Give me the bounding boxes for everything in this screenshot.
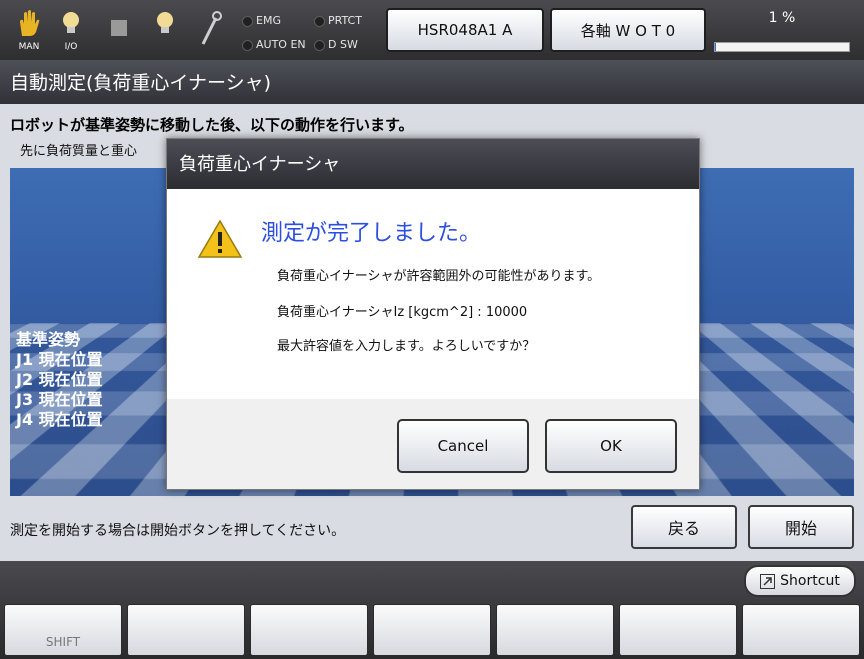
shortcut-button[interactable]: Shortcut [744, 565, 856, 597]
robot-select-button[interactable]: HSR048A1 A [386, 8, 544, 52]
warning-icon [197, 219, 243, 263]
lamp-indicator [314, 39, 325, 51]
joint-j1-label: J1 現在位置 [16, 350, 103, 369]
start-button[interactable]: 開始 [748, 505, 854, 549]
instruction-subtext: 先に負荷質量と重心 [20, 144, 138, 159]
shortcut-arrow-icon [760, 573, 776, 589]
function-key-f6[interactable] [742, 604, 860, 656]
lamp-indicator [242, 39, 253, 51]
emg-lamp: EMG [242, 14, 281, 27]
coordinate-mode-button[interactable]: 各軸 W O T 0 [550, 8, 706, 52]
cancel-button[interactable]: Cancel [397, 419, 529, 473]
manual-mode-hand-icon[interactable]: MAN [14, 8, 44, 52]
dialog-message-line: 最大許容値を入力します。よろしいですか？ [277, 339, 536, 354]
page-title: 自動測定(負荷重心イナーシャ) [10, 72, 272, 94]
lamp-indicator [242, 15, 253, 27]
io-label: I/O [64, 42, 78, 52]
prtct-lamp: PRTCT [314, 14, 362, 27]
stop-square-icon[interactable] [104, 8, 134, 50]
dialog-body: 測定が完了しました。 負荷重心イナーシャが許容範囲外の可能性があります。 負荷重… [167, 189, 699, 399]
wrench-icon[interactable] [196, 8, 226, 50]
ok-button[interactable]: OK [545, 419, 677, 473]
status-message: 測定を開始する場合は開始ボタンを押してください。 [10, 523, 346, 539]
prtct-label: PRTCT [328, 14, 362, 27]
dialog-message-line: 負荷重心イナーシャIz [kgcm^2] : 10000 [277, 305, 528, 320]
speed-progress-bar [714, 42, 850, 52]
page-title-bar: 自動測定(負荷重心イナーシャ) [0, 60, 864, 104]
function-key-f3[interactable] [373, 604, 491, 656]
auto-en-lamp: AUTO EN [242, 38, 306, 51]
lamp-indicator [314, 15, 325, 27]
speed-override[interactable]: 1 % [712, 8, 852, 52]
dialog-heading: 測定が完了しました。 [261, 221, 482, 246]
top-status-bar: MAN I/O EMG PRTCT AUTO EN D SW HSR048A1 … [0, 0, 864, 60]
pose-header: 基準姿勢 [16, 330, 81, 349]
shift-key[interactable]: SHIFT [4, 604, 122, 656]
dialog-title: 負荷重心イナーシャ [179, 154, 341, 175]
joint-j4-label: J4 現在位置 [16, 410, 103, 429]
dialog-message-line: 負荷重心イナーシャが許容範囲外の可能性があります。 [277, 269, 601, 284]
lightbulb-icon[interactable] [150, 8, 180, 50]
function-key-f4[interactable] [496, 604, 614, 656]
manual-mode-label: MAN [18, 42, 40, 52]
shortcut-label: Shortcut [780, 573, 840, 589]
io-lightbulb-icon[interactable]: I/O [56, 8, 86, 52]
emg-label: EMG [256, 14, 281, 27]
dsw-lamp: D SW [314, 38, 358, 51]
instruction-text: ロボットが基準姿勢に移動した後、以下の動作を行います。 [10, 116, 414, 134]
dialog-title-bar: 負荷重心イナーシャ [167, 139, 699, 189]
speed-percent-text: 1 % [768, 10, 796, 26]
dsw-label: D SW [328, 38, 358, 51]
confirmation-dialog: 負荷重心イナーシャ 測定が完了しました。 負荷重心イナーシャが許容範囲外の可能性… [166, 138, 700, 490]
function-key-f1[interactable] [127, 604, 245, 656]
speed-progress-fill [715, 43, 717, 51]
joint-j2-label: J2 現在位置 [16, 370, 103, 389]
auto-en-label: AUTO EN [256, 38, 306, 51]
function-key-f5[interactable] [619, 604, 737, 656]
back-button[interactable]: 戻る [631, 505, 737, 549]
function-key-f2[interactable] [250, 604, 368, 656]
joint-j3-label: J3 現在位置 [16, 390, 103, 409]
